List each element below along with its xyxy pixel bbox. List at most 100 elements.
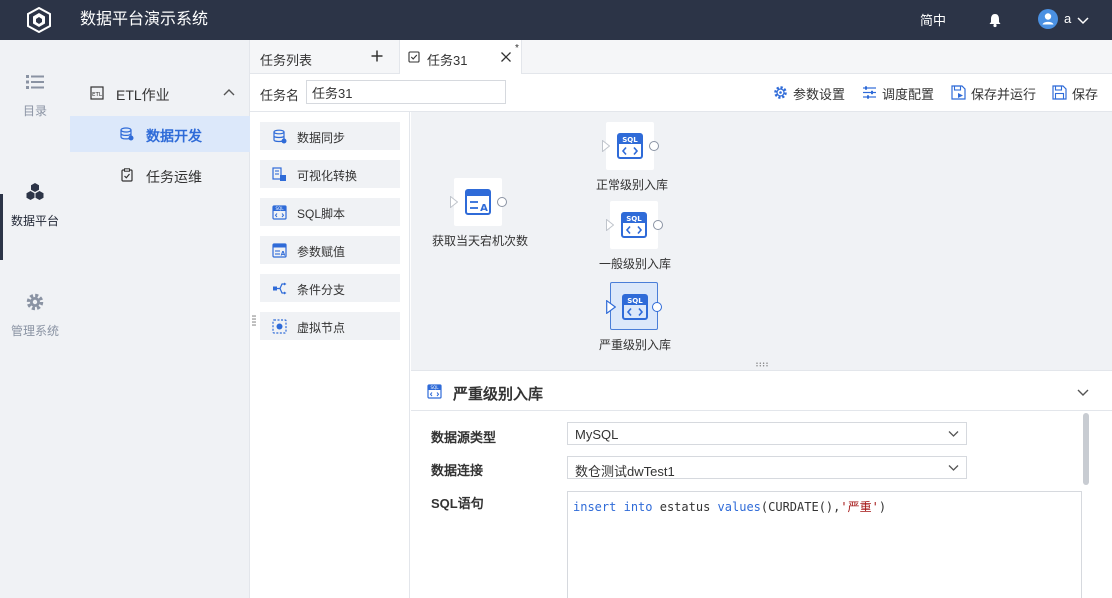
etl-icon: ETL [90,86,104,100]
user-icon [1042,13,1054,25]
visual-transform-icon [272,167,286,181]
settings-icon [774,86,787,99]
node-get-downtime-count[interactable]: A [450,178,507,226]
output-port[interactable] [497,197,507,207]
node-label: 正常级别入库 [596,178,669,192]
task-check-icon [408,51,420,63]
sql-keyword: insert [573,500,617,514]
chevron-down-icon [948,431,959,437]
nav-group-label: ETL作业 [116,87,170,103]
save-run-icon [951,85,966,100]
node-label: 获取当天宕机次数 [432,234,529,248]
scrollbar[interactable] [1083,413,1089,485]
node-sql-normal[interactable]: SQL [602,122,659,170]
properties-title: 严重级别入库 [453,386,544,403]
chevron-down-icon[interactable] [1076,13,1090,27]
node-sql-severe[interactable]: SQL [606,282,662,330]
datasource-type-label: 数据源类型 [431,430,497,445]
save-icon [1052,85,1067,100]
output-port[interactable] [652,302,662,312]
palette-item-label: 条件分支 [297,283,346,297]
button-label: 参数设置 [793,87,846,102]
palette-item-virtual-node[interactable]: 虚拟节点 [260,312,400,340]
output-port[interactable] [649,141,659,151]
nav-item-admin[interactable]: 管理系统 [0,292,70,382]
user-name[interactable]: a [1064,11,1071,26]
param-assign-icon: A [272,243,287,258]
sql-editor[interactable]: insert into estatus values(CURDATE(),'严重… [567,491,1082,598]
chevron-down-icon [948,465,959,471]
datasource-type-select[interactable]: MySQL [567,422,967,445]
nav-item-label: 数据开发 [146,128,202,144]
resize-handle[interactable] [252,314,256,328]
svg-text:SQL: SQL [276,206,285,211]
svg-text:A: A [480,203,488,214]
top-header: 数据平台演示系统 简中 a [0,0,1112,40]
nav-item-label: 目录 [22,104,47,118]
connection-select[interactable]: 数仓测试dwTest1 [567,456,967,479]
palette-item-visual-transform[interactable]: 可视化转换 [260,160,400,188]
chevron-up-icon[interactable] [222,86,236,100]
svg-text:SQL: SQL [431,385,440,390]
palette-item-label: 可视化转换 [297,169,358,183]
input-port-icon[interactable] [602,140,610,152]
sql-table: estatus [659,500,711,514]
input-port-icon[interactable] [606,300,616,314]
tab-task-list[interactable]: 任务列表 [250,40,400,74]
nav-item-data-dev[interactable]: 数据开发 [70,116,250,152]
palette-item-param-assign[interactable]: A 参数赋值 [260,236,400,264]
node-sql-general[interactable]: SQL [606,201,663,249]
panel-resize-handle[interactable] [755,362,769,367]
palette-item-label: SQL脚本 [297,207,346,221]
branch-icon [273,282,287,295]
sql-label: SQL语句 [431,496,484,511]
nav-item-task-ops[interactable]: 任务运维 [70,157,250,193]
data-sync-icon [273,129,287,144]
output-port[interactable] [653,220,663,230]
properties-header: SQL 严重级别入库 [411,371,1112,411]
svg-text:SQL: SQL [626,215,642,223]
nav-item-catalog[interactable]: 目录 [0,72,70,162]
node-label: 严重级别入库 [599,338,672,352]
sql-string: '严重' [840,500,879,514]
cubes-icon [26,183,44,200]
bell-icon[interactable] [987,12,1003,28]
avatar[interactable] [1038,9,1058,29]
svg-text:ETL: ETL [92,92,103,98]
button-label: 保存并运行 [971,87,1037,102]
sql-script-icon: SQL [622,294,648,320]
param-assign-icon: A [465,189,491,215]
primary-nav: 目录 数据平台 管理系统 [0,40,70,598]
node-label: 一般级别入库 [599,257,672,271]
input-port-icon[interactable] [450,196,458,208]
palette-item-label: 数据同步 [297,131,346,145]
tab-label: 任务31 [427,53,468,68]
database-icon [120,127,134,141]
input-port-icon[interactable] [606,219,614,231]
sql-args: (CURDATE(), [760,500,841,514]
chevron-down-icon[interactable] [1076,385,1090,399]
task-name-input[interactable] [306,80,506,104]
palette-item-sql-script[interactable]: SQL SQL脚本 [260,198,400,226]
svg-text:A: A [281,251,286,258]
cube-logo-icon[interactable] [26,7,52,33]
nav-item-data-platform[interactable]: 数据平台 [0,182,70,272]
palette-item-data-sync[interactable]: 数据同步 [260,122,400,150]
language-switch[interactable]: 简中 [920,10,946,29]
close-icon[interactable] [500,51,512,63]
tab-bar: 任务列表 任务31 * [250,40,1112,74]
connection-label: 数据连接 [431,463,484,478]
plus-icon[interactable] [370,49,384,63]
virtual-node-icon [272,319,287,334]
svg-text:SQL: SQL [627,297,643,305]
tab-task-31[interactable]: 任务31 * [400,40,522,74]
workflow-canvas[interactable]: A 获取当天宕机次数 SQL 正常级别入库 SQL 一般级别入库 SQL 严重级… [411,112,1112,370]
nav-group-etl[interactable]: ETL ETL作业 [70,73,250,113]
task-name-label: 任务名 [260,88,300,103]
nav-item-label: 管理系统 [10,324,59,338]
modified-marker: * [515,43,519,54]
nav-item-label: 任务运维 [146,169,202,185]
clipboard-check-icon [121,168,133,182]
list-icon [26,75,44,89]
palette-item-branch[interactable]: 条件分支 [260,274,400,302]
